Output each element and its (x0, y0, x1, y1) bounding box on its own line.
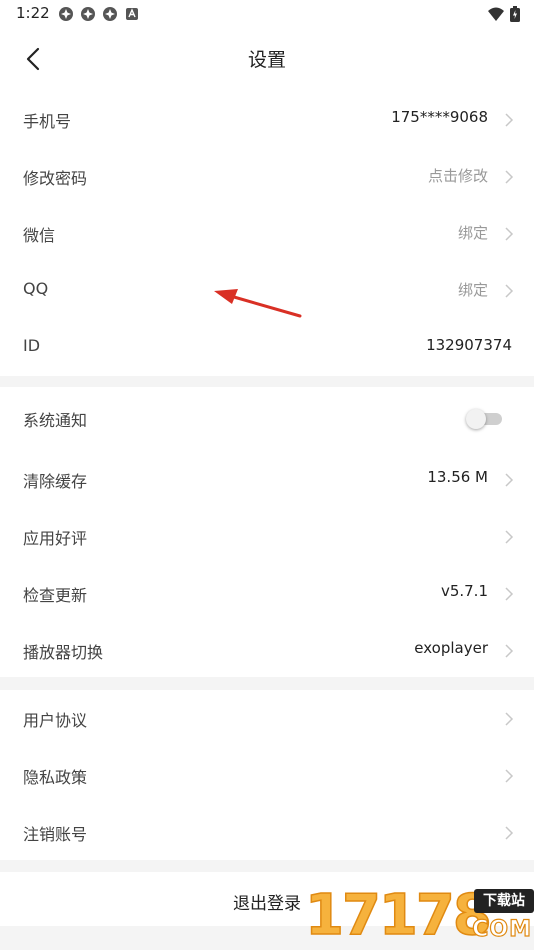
chevron-right-icon (505, 113, 514, 127)
page-title: 设置 (247, 49, 286, 71)
row-label: QQ (23, 279, 49, 298)
privacy-policy-row[interactable]: 隐私政策 (0, 747, 534, 804)
row-label: 清除缓存 (23, 472, 88, 491)
clear-cache-row[interactable]: 清除缓存 13.56 M (0, 451, 534, 508)
row-label: 注销账号 (23, 825, 88, 844)
row-label: ID (23, 336, 41, 355)
status-time: 1:22 (16, 4, 50, 22)
legal-group: 用户协议 隐私政策 注销账号 (0, 690, 534, 860)
header-bar: 设置 (0, 28, 534, 90)
app-notification-icon (59, 7, 73, 21)
app-settings-group: 系统通知 清除缓存 13.56 M 应用好评 检查更新 v5.7.1 播放器切换… (0, 387, 534, 677)
delete-account-row[interactable]: 注销账号 (0, 804, 534, 861)
notification-icons (58, 6, 140, 22)
chevron-right-icon (505, 644, 514, 658)
row-label: 隐私政策 (23, 768, 88, 787)
chevron-right-icon (505, 227, 514, 241)
player-switch-row[interactable]: 播放器切换 exoplayer (0, 622, 534, 679)
battery-icon (510, 6, 520, 22)
row-label: 播放器切换 (23, 643, 104, 662)
app-notification-icon (103, 7, 117, 21)
rate-app-row[interactable]: 应用好评 (0, 508, 534, 565)
row-value: 132907374 (426, 336, 512, 354)
chevron-right-icon (505, 170, 514, 184)
row-value: 绑定 (457, 224, 488, 242)
row-value: 13.56 M (427, 468, 488, 486)
row-value: 175****9068 (391, 108, 488, 126)
row-label: 系统通知 (23, 411, 88, 430)
wifi-icon (488, 7, 504, 21)
row-label: 修改密码 (23, 169, 88, 188)
watermark-logo: 17178 下载站 COM (304, 883, 534, 950)
row-label: 应用好评 (23, 529, 88, 548)
app-notification-icon (81, 7, 95, 21)
row-label: 手机号 (23, 112, 72, 131)
user-agreement-row[interactable]: 用户协议 (0, 690, 534, 747)
watermark-badge: 下载站 (474, 889, 534, 913)
chevron-right-icon (505, 473, 514, 487)
row-value: exoplayer (414, 639, 488, 657)
chevron-right-icon (505, 769, 514, 783)
account-settings-group: 手机号 175****9068 修改密码 点击修改 微信 绑定 QQ 绑定 ID… (0, 90, 534, 376)
system-notification-row: 系统通知 (0, 390, 534, 447)
chevron-right-icon (505, 587, 514, 601)
watermark-number: 17178 (304, 883, 492, 948)
chevron-right-icon (505, 284, 514, 298)
wechat-row[interactable]: 微信 绑定 (0, 205, 534, 262)
row-value: 点击修改 (427, 167, 488, 185)
phone-number-row[interactable]: 手机号 175****9068 (0, 91, 534, 148)
row-label: 微信 (23, 226, 56, 245)
chevron-right-icon (505, 712, 514, 726)
status-bar: 1:22 (0, 0, 534, 28)
row-label: 检查更新 (23, 586, 88, 605)
change-password-row[interactable]: 修改密码 点击修改 (0, 148, 534, 205)
row-value: 绑定 (457, 281, 488, 299)
notification-toggle[interactable] (466, 409, 502, 429)
keyboard-notification-icon (126, 8, 138, 20)
check-update-row[interactable]: 检查更新 v5.7.1 (0, 565, 534, 622)
system-status-icons (488, 6, 520, 22)
row-label: 用户协议 (23, 711, 88, 730)
watermark-domain: COM (472, 916, 532, 942)
user-id-row: ID 132907374 (0, 319, 534, 376)
toggle-knob (466, 409, 486, 429)
row-value: v5.7.1 (440, 582, 488, 600)
annotation-arrow-icon (214, 289, 302, 318)
chevron-right-icon (505, 530, 514, 544)
chevron-right-icon (505, 826, 514, 840)
